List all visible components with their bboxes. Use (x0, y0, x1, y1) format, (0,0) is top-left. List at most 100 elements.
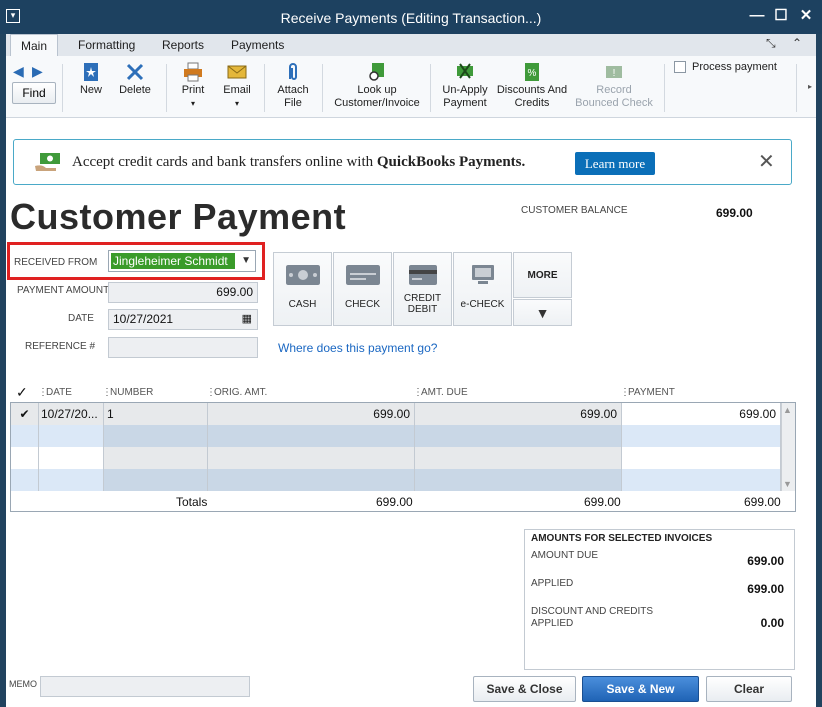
attach-file-button[interactable]: Attach File (272, 62, 314, 110)
col-header-amt-due[interactable]: AMT. DUE (421, 387, 468, 398)
toolbar-separator (430, 64, 431, 112)
checkmark-column-icon[interactable]: ✓ (16, 384, 28, 401)
email-dropdown-icon[interactable]: ▾ (219, 97, 255, 110)
toolbar-overflow-icon[interactable]: ▸ (808, 82, 812, 91)
received-from-dropdown[interactable]: Jingleheimer Schmidt ▼ (108, 250, 256, 272)
more-button[interactable]: MORE (513, 252, 572, 298)
minimize-button[interactable]: — (748, 7, 766, 25)
col-header-orig-amt[interactable]: ORIG. AMT. (214, 387, 267, 398)
memo-label: MEMO (9, 679, 37, 689)
date-input[interactable]: 10/27/2021 ▦ (108, 309, 258, 330)
table-row[interactable] (11, 447, 781, 469)
empty-cell (104, 469, 208, 491)
empty-cell (622, 425, 781, 447)
toolbar-separator (166, 64, 167, 112)
col-header-payment[interactable]: PAYMENT (628, 387, 675, 398)
cash-icon (286, 265, 320, 285)
e-check-button[interactable]: e-CHECK (453, 252, 512, 326)
delete-label: Delete (119, 84, 151, 96)
grid-scrollbar[interactable]: ▲ ▼ (781, 403, 795, 491)
empty-cell (104, 425, 208, 447)
print-dropdown-icon[interactable]: ▾ (176, 97, 210, 110)
received-from-label: RECEIVED FROM (14, 257, 98, 268)
receive-payments-window: ▾ Receive Payments (Editing Transaction.… (0, 0, 822, 707)
memo-input[interactable] (40, 676, 250, 697)
credit-label: CREDIT (403, 293, 442, 304)
col-header-date[interactable]: DATE (46, 387, 72, 398)
cash-label: CASH (288, 299, 317, 310)
close-banner-icon[interactable]: ✕ (758, 149, 775, 174)
ribbon-tabs: Main Formatting Reports Payments ⤡ ⌃ (6, 34, 816, 56)
calendar-icon[interactable]: ▦ (242, 310, 252, 329)
maximize-button[interactable]: ☐ (772, 7, 790, 25)
find-button[interactable]: Find (12, 82, 56, 104)
table-row[interactable] (11, 469, 781, 491)
expand-icon[interactable]: ⤡ (766, 36, 776, 51)
row-amt-due: 699.00 (415, 403, 622, 425)
table-row[interactable] (11, 425, 781, 447)
received-from-value: Jingleheimer Schmidt (111, 253, 235, 269)
row-check-icon[interactable]: ✔ (11, 403, 39, 425)
scroll-up-icon[interactable]: ▲ (783, 405, 792, 415)
totals-amt-due: 699.00 (584, 495, 621, 509)
email-button[interactable]: Email ▾ (219, 62, 255, 110)
collapse-ribbon-icon[interactable]: ⌃ (792, 36, 802, 50)
more-dropdown-icon[interactable]: ▼ (513, 299, 572, 326)
banner-brand: QuickBooks Payments. (376, 154, 526, 170)
print-label: Print (181, 84, 205, 96)
save-new-button[interactable]: Save & New (582, 676, 699, 702)
reference-input[interactable] (108, 337, 258, 358)
previous-arrow-icon[interactable]: ◀ (13, 63, 24, 80)
e-check-monitor-icon (472, 265, 494, 284)
table-row[interactable]: ✔ 10/27/20... 1 699.00 699.00 699.00 (11, 403, 781, 425)
applied-label: APPLIED (531, 578, 574, 589)
payments-banner: Accept credit cards and bank transfers o… (13, 139, 792, 185)
learn-more-button[interactable]: Learn more (575, 152, 655, 175)
attach-file-label-1: Attach (277, 84, 309, 96)
next-arrow-icon[interactable]: ▶ (32, 63, 43, 80)
where-does-payment-go-link[interactable]: Where does this payment go? (278, 341, 437, 355)
process-payment-checkbox[interactable] (674, 61, 686, 73)
lookup-document-icon (369, 63, 384, 81)
tab-payments[interactable]: Payments (221, 34, 294, 56)
svg-text:!: ! (613, 68, 616, 79)
discount-credits-label-2: APPLIED (531, 618, 574, 629)
amount-due-value: 699.00 (747, 554, 784, 568)
look-up-customer-invoice-button[interactable]: Look up Customer/Invoice (331, 62, 423, 110)
tab-main[interactable]: Main (10, 34, 59, 56)
row-date: 10/27/20... (39, 403, 104, 425)
chevron-down-icon[interactable]: ▼ (241, 255, 251, 266)
customer-balance-value: 699.00 (716, 206, 753, 220)
discounts-and-credits-button[interactable]: % Discounts And Credits (494, 62, 570, 110)
cash-button[interactable]: CASH (273, 252, 332, 326)
save-close-button[interactable]: Save & Close (473, 676, 576, 702)
tab-reports[interactable]: Reports (152, 34, 214, 56)
discount-credits-label-1: DISCOUNT AND CREDITS (531, 606, 654, 617)
new-button[interactable]: New (74, 62, 108, 97)
row-number: 1 (104, 403, 208, 425)
scroll-down-icon[interactable]: ▼ (783, 479, 792, 489)
lookup-label-1: Look up (357, 84, 397, 96)
amount-due-label: AMOUNT DUE (531, 550, 599, 561)
page-title: Customer Payment (10, 196, 347, 237)
delete-button[interactable]: Delete (115, 62, 155, 97)
row-payment-input[interactable]: 699.00 (622, 403, 781, 425)
col-header-number[interactable]: NUMBER (110, 387, 153, 398)
tab-formatting[interactable]: Formatting (68, 34, 145, 56)
record-bounced-check-button[interactable]: ! Record Bounced Check (572, 62, 656, 110)
toolbar-separator (322, 64, 323, 112)
empty-cell (11, 447, 39, 469)
toolbar-separator (796, 64, 797, 112)
main-content: Accept credit cards and bank transfers o… (6, 118, 816, 707)
empty-cell (622, 469, 781, 491)
payment-amount-input[interactable]: 699.00 (108, 282, 258, 303)
credit-debit-label: CREDIT DEBIT (394, 293, 451, 315)
print-button[interactable]: Print ▾ (176, 62, 210, 110)
check-button[interactable]: CHECK (333, 252, 392, 326)
un-apply-payment-button[interactable]: Un-Apply Payment (438, 62, 492, 110)
clear-button[interactable]: Clear (706, 676, 792, 702)
toolbar: ◀ ▶ Find New Delete Print ▾ Email ▾ Atta… (6, 56, 816, 118)
close-button[interactable]: ✕ (797, 7, 815, 25)
empty-cell (39, 447, 104, 469)
credit-debit-button[interactable]: CREDIT DEBIT (393, 252, 452, 326)
